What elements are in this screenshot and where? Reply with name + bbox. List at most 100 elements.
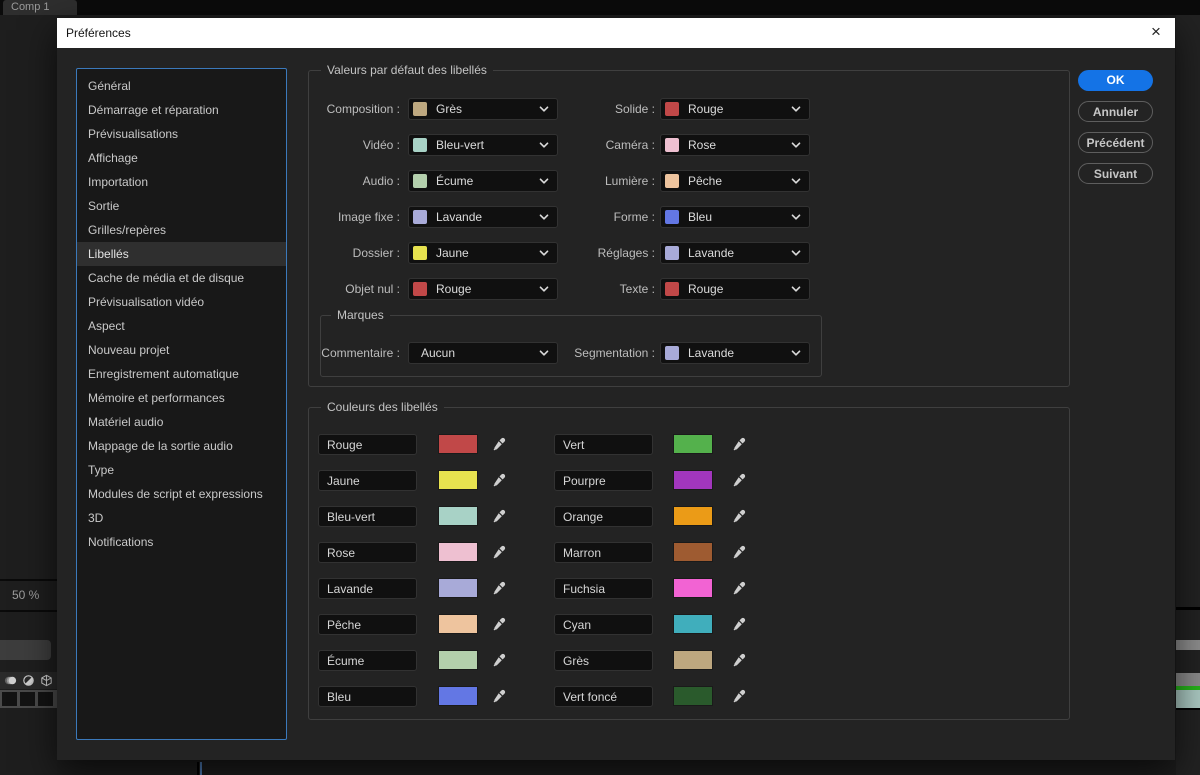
- color-name-input[interactable]: [554, 434, 653, 455]
- color-swatch[interactable]: [438, 542, 478, 562]
- next-button[interactable]: Suivant: [1078, 163, 1153, 184]
- eyedropper-icon[interactable]: [731, 652, 747, 668]
- sidebar-item-previsualisations[interactable]: Prévisualisations: [77, 122, 286, 146]
- color-swatch[interactable]: [438, 614, 478, 634]
- switch-cell[interactable]: [38, 692, 53, 706]
- color-swatch[interactable]: [438, 578, 478, 598]
- sidebar-item-3d[interactable]: 3D: [77, 506, 286, 530]
- color-name-input[interactable]: [318, 650, 417, 671]
- close-icon[interactable]: ×: [1137, 18, 1175, 48]
- eyedropper-icon[interactable]: [731, 508, 747, 524]
- text-color-dropdown[interactable]: Rouge: [660, 278, 810, 300]
- timeline-scrollbar[interactable]: [1176, 640, 1200, 650]
- color-name-input[interactable]: [318, 686, 417, 707]
- color-name-input[interactable]: [554, 506, 653, 527]
- eyedropper-icon[interactable]: [731, 544, 747, 560]
- eyedropper-icon[interactable]: [491, 472, 507, 488]
- eyedropper-icon[interactable]: [731, 436, 747, 452]
- color-name-input[interactable]: [318, 506, 417, 527]
- sidebar-item-grilles[interactable]: Grilles/repères: [77, 218, 286, 242]
- still-color-dropdown[interactable]: Lavande: [408, 206, 558, 228]
- color-name-input[interactable]: [554, 578, 653, 599]
- null-color-dropdown[interactable]: Rouge: [408, 278, 558, 300]
- ok-button[interactable]: OK: [1078, 70, 1153, 91]
- color-name-input[interactable]: [554, 650, 653, 671]
- timeline-zoom-level[interactable]: 50 %: [12, 588, 52, 602]
- timeline-work-area[interactable]: [1176, 673, 1200, 686]
- color-name-input[interactable]: [318, 542, 417, 563]
- color-swatch[interactable]: [673, 578, 713, 598]
- color-name-input[interactable]: [554, 614, 653, 635]
- eyedropper-icon[interactable]: [731, 580, 747, 596]
- eyedropper-icon[interactable]: [731, 472, 747, 488]
- timeline-tab-comp1[interactable]: Comp 1: [3, 0, 77, 15]
- sidebar-item-libelles[interactable]: Libellés: [77, 242, 286, 266]
- sidebar-item-nouveau-projet[interactable]: Nouveau projet: [77, 338, 286, 362]
- motion-blur-icon[interactable]: [3, 673, 18, 688]
- sidebar-item-memoire[interactable]: Mémoire et performances: [77, 386, 286, 410]
- eyedropper-icon[interactable]: [491, 580, 507, 596]
- eyedropper-icon[interactable]: [491, 688, 507, 704]
- folder-color-dropdown[interactable]: Jaune: [408, 242, 558, 264]
- color-name-input[interactable]: [554, 542, 653, 563]
- solid-color-dropdown[interactable]: Rouge: [660, 98, 810, 120]
- color-swatch[interactable]: [438, 506, 478, 526]
- sidebar-item-materiel-audio[interactable]: Matériel audio: [77, 410, 286, 434]
- sidebar-item-mappage-audio[interactable]: Mappage de la sortie audio: [77, 434, 286, 458]
- color-name-input[interactable]: [554, 686, 653, 707]
- color-swatch[interactable]: [673, 614, 713, 634]
- sidebar-item-enregistrement[interactable]: Enregistrement automatique: [77, 362, 286, 386]
- light-color-dropdown[interactable]: Pêche: [660, 170, 810, 192]
- switch-cell[interactable]: [20, 692, 35, 706]
- sidebar-item-notifications[interactable]: Notifications: [77, 530, 286, 554]
- layer-bar[interactable]: [1176, 690, 1200, 708]
- sidebar-item-affichage[interactable]: Affichage: [77, 146, 286, 170]
- sidebar-item-aspect[interactable]: Aspect: [77, 314, 286, 338]
- color-swatch[interactable]: [438, 470, 478, 490]
- sidebar-item-modules-script[interactable]: Modules de script et expressions: [77, 482, 286, 506]
- sidebar-item-sortie[interactable]: Sortie: [77, 194, 286, 218]
- sidebar-item-cache[interactable]: Cache de média et de disque: [77, 266, 286, 290]
- current-time-indicator[interactable]: [200, 762, 202, 775]
- video-color-dropdown[interactable]: Bleu-vert: [408, 134, 558, 156]
- shape-color-dropdown[interactable]: Bleu: [660, 206, 810, 228]
- color-swatch[interactable]: [673, 650, 713, 670]
- eyedropper-icon[interactable]: [491, 652, 507, 668]
- color-name-input[interactable]: [318, 470, 417, 491]
- color-swatch[interactable]: [673, 470, 713, 490]
- comment-color-dropdown[interactable]: Aucun: [408, 342, 558, 364]
- sidebar-item-general[interactable]: Général: [77, 74, 286, 98]
- color-name-input[interactable]: [318, 614, 417, 635]
- eyedropper-icon[interactable]: [731, 688, 747, 704]
- switch-cell[interactable]: [2, 692, 17, 706]
- color-name-input[interactable]: [318, 578, 417, 599]
- color-swatch[interactable]: [438, 434, 478, 454]
- eyedropper-icon[interactable]: [491, 616, 507, 632]
- previous-button[interactable]: Précédent: [1078, 132, 1153, 153]
- eyedropper-icon[interactable]: [491, 544, 507, 560]
- color-swatch[interactable]: [673, 542, 713, 562]
- cancel-button[interactable]: Annuler: [1078, 101, 1153, 122]
- 3d-renderer-icon[interactable]: [39, 673, 54, 688]
- eyedropper-icon[interactable]: [491, 436, 507, 452]
- sidebar-item-type[interactable]: Type: [77, 458, 286, 482]
- color-swatch[interactable]: [673, 686, 713, 706]
- segmentation-color-dropdown[interactable]: Lavande: [660, 342, 810, 364]
- eyedropper-icon[interactable]: [491, 508, 507, 524]
- dialog-titlebar[interactable]: Préférences ×: [57, 18, 1175, 48]
- sidebar-item-importation[interactable]: Importation: [77, 170, 286, 194]
- frame-blend-icon[interactable]: [21, 673, 36, 688]
- adjustment-color-dropdown[interactable]: Lavande: [660, 242, 810, 264]
- color-name-input[interactable]: [554, 470, 653, 491]
- color-swatch[interactable]: [673, 506, 713, 526]
- color-swatch[interactable]: [438, 686, 478, 706]
- eyedropper-icon[interactable]: [731, 616, 747, 632]
- color-swatch[interactable]: [673, 434, 713, 454]
- composition-color-dropdown[interactable]: Grès: [408, 98, 558, 120]
- color-swatch[interactable]: [438, 650, 478, 670]
- audio-color-dropdown[interactable]: Écume: [408, 170, 558, 192]
- timeline-search-bar[interactable]: [0, 640, 51, 660]
- sidebar-item-demarrage[interactable]: Démarrage et réparation: [77, 98, 286, 122]
- sidebar-item-previsualisation-video[interactable]: Prévisualisation vidéo: [77, 290, 286, 314]
- camera-color-dropdown[interactable]: Rose: [660, 134, 810, 156]
